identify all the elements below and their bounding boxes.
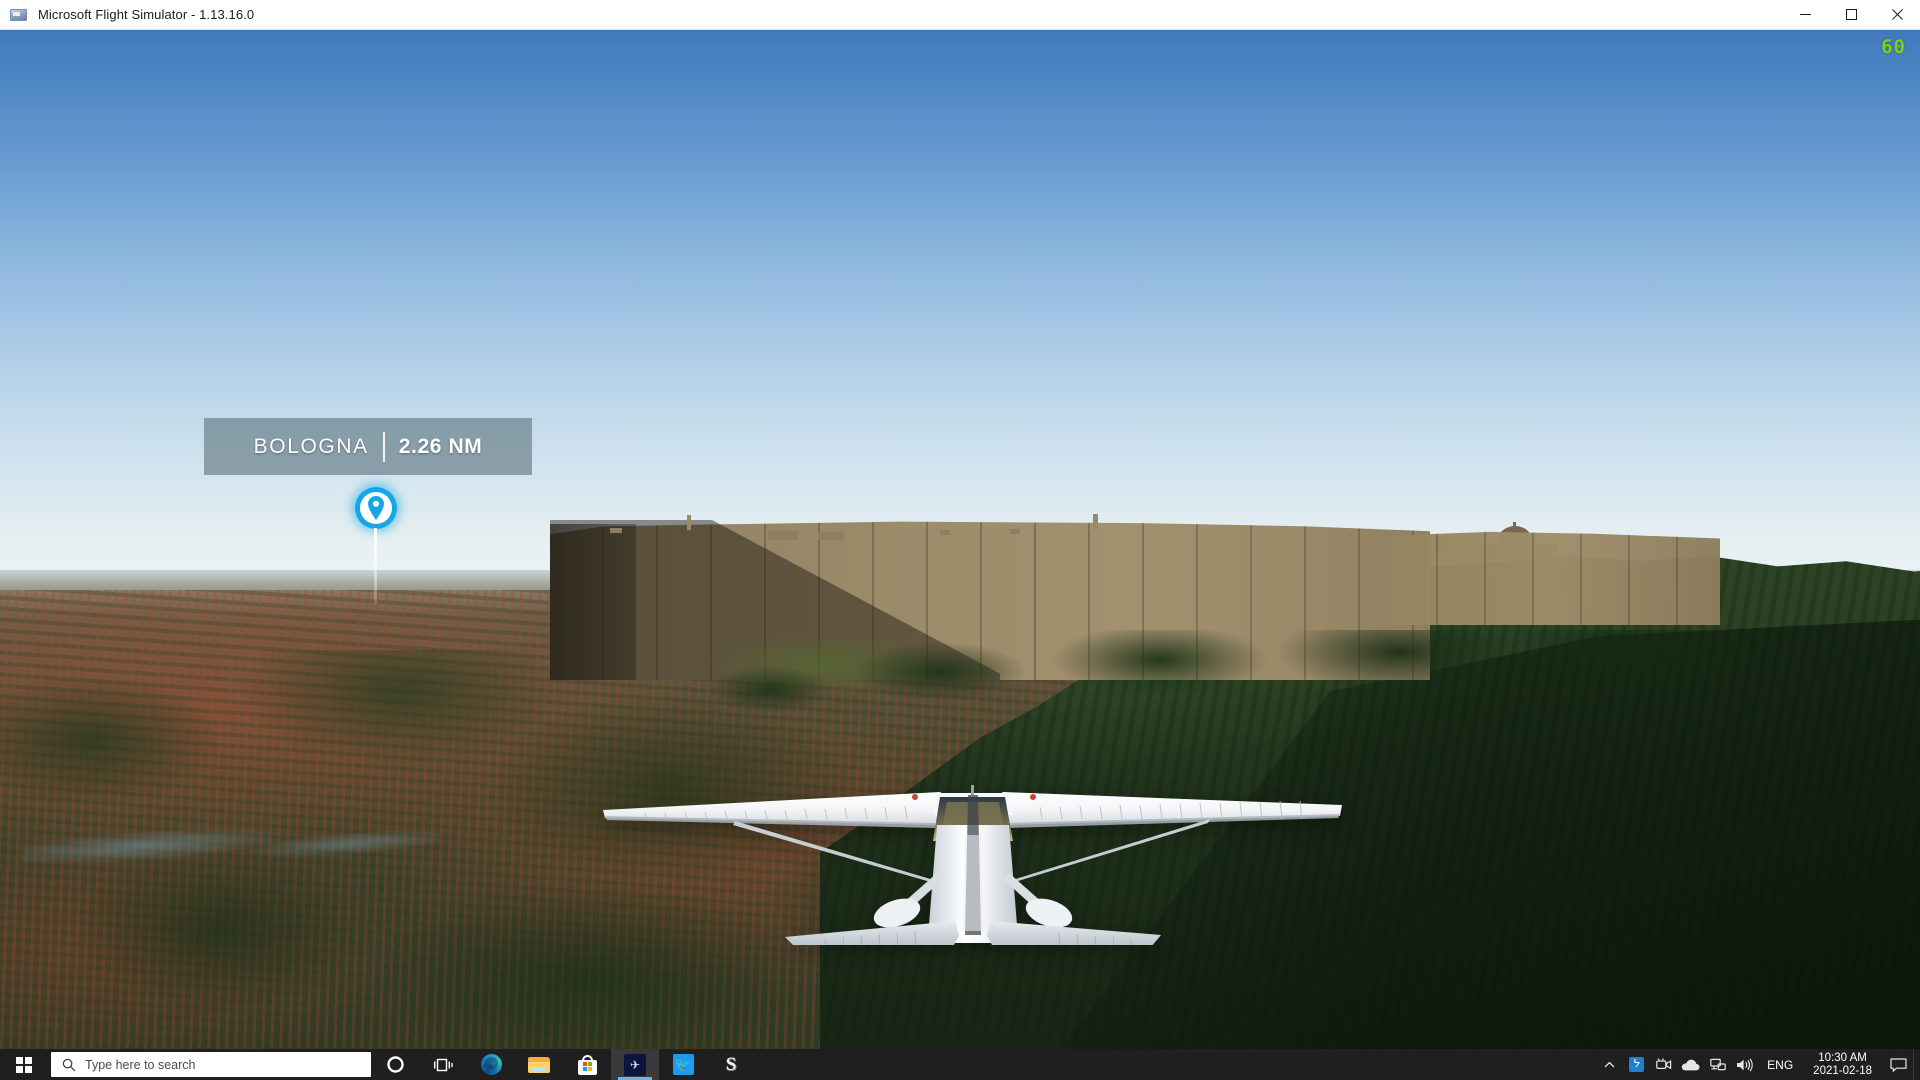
close-button[interactable]	[1874, 0, 1920, 30]
clock-time: 10:30 AM	[1818, 1051, 1867, 1064]
taskbar-app-flight-simulator[interactable]: ✈	[611, 1049, 659, 1080]
glitched-building-right-seams	[1390, 531, 1720, 625]
poi-marker[interactable]: BOLOGNA 2.26 NM	[204, 418, 544, 618]
window-title-bar[interactable]: Microsoft Flight Simulator - 1.13.16.0	[0, 0, 1920, 30]
onedrive-glyph	[1681, 1059, 1700, 1070]
action-center-glyph	[1889, 1057, 1907, 1072]
fps-counter: 60	[1881, 36, 1906, 58]
show-desktop-button[interactable]	[1913, 1049, 1920, 1080]
system-tray[interactable]: ᔭ ENG 10:30 AM 2021-02-18	[1596, 1049, 1920, 1080]
player-aircraft	[585, 685, 1360, 948]
onedrive-cloud-icon[interactable]	[1677, 1049, 1704, 1080]
language-indicator[interactable]: ENG	[1758, 1049, 1802, 1080]
taskbar-app-twitter[interactable]: 🐦	[659, 1049, 707, 1080]
maximize-icon	[1845, 9, 1857, 20]
minimize-button[interactable]	[1782, 0, 1828, 30]
taskbar-app-s-app[interactable]: S	[707, 1049, 755, 1080]
network-icon[interactable]	[1704, 1049, 1731, 1080]
bluetooth-glyph: ᔭ	[1629, 1057, 1645, 1072]
s-app-icon: S	[725, 1053, 737, 1075]
camera-glyph	[1655, 1058, 1671, 1070]
twitter-icon: 🐦	[672, 1054, 694, 1075]
search-icon	[62, 1058, 76, 1071]
search-placeholder: Type here to search	[85, 1057, 196, 1072]
window-title: Microsoft Flight Simulator - 1.13.16.0	[38, 7, 255, 22]
chevron-up-glyph	[1604, 1061, 1615, 1067]
cortana-icon[interactable]	[371, 1049, 419, 1080]
bluetooth-icon[interactable]: ᔭ	[1623, 1049, 1650, 1080]
notifications-icon[interactable]	[1883, 1049, 1913, 1080]
file-explorer-icon	[528, 1056, 550, 1073]
edge-icon	[480, 1054, 502, 1075]
camera-icon[interactable]	[1650, 1049, 1677, 1080]
search-input[interactable]: Type here to search	[51, 1052, 371, 1077]
windows-start-icon[interactable]	[0, 1049, 48, 1080]
minimize-icon	[1799, 14, 1811, 15]
volume-icon[interactable]	[1731, 1049, 1758, 1080]
map-pin-icon[interactable]	[355, 487, 397, 529]
map-pin-glyph	[368, 496, 384, 520]
clock[interactable]: 10:30 AM 2021-02-18	[1802, 1049, 1883, 1080]
poi-leader-line	[374, 528, 377, 604]
task-view-icon[interactable]	[419, 1049, 467, 1080]
microsoft-store-icon	[577, 1054, 597, 1075]
flight-simulator-taskbar-icon: ✈	[624, 1053, 646, 1076]
poi-distance: 2.26 NM	[398, 434, 483, 458]
task-view-glyph	[433, 1058, 453, 1071]
cessna-172-silhouette	[603, 785, 1342, 948]
maximize-button[interactable]	[1828, 0, 1874, 30]
chevron-up-icon[interactable]	[1596, 1049, 1623, 1080]
poi-label-bar[interactable]: BOLOGNA 2.26 NM	[204, 418, 532, 475]
flight-simulator-icon	[8, 6, 30, 24]
game-viewport[interactable]: BOLOGNA 2.26 NM 60	[0, 30, 1920, 1049]
taskbar-app-microsoft-edge[interactable]	[467, 1049, 515, 1080]
cortana-circle-icon	[386, 1056, 404, 1073]
close-icon	[1891, 9, 1903, 20]
windows-taskbar[interactable]: Type here to search ✈ 🐦 S ᔭ ENG 10:30 AM…	[0, 1049, 1920, 1080]
clock-date: 2021-02-18	[1813, 1064, 1872, 1077]
poi-divider	[382, 431, 385, 462]
poi-name: BOLOGNA	[253, 434, 369, 458]
taskbar-app-microsoft-store[interactable]	[563, 1049, 611, 1080]
volume-glyph	[1737, 1058, 1753, 1071]
taskbar-app-file-explorer[interactable]	[515, 1049, 563, 1080]
network-glyph	[1709, 1058, 1726, 1071]
